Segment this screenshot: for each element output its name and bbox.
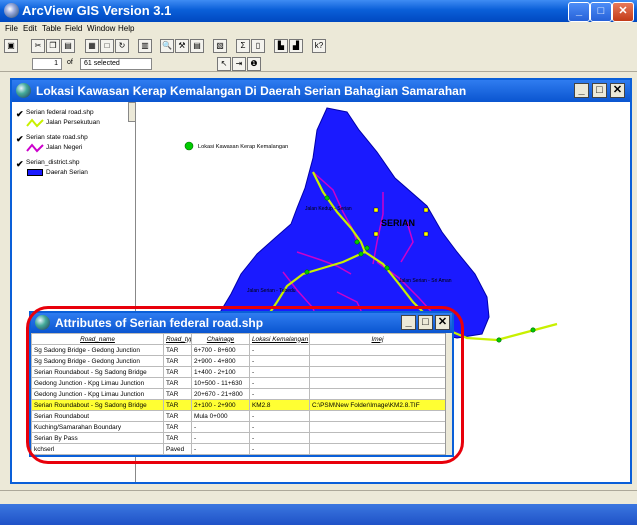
- theme-checkbox[interactable]: ✔: [16, 110, 24, 119]
- state-road-symbol: [26, 143, 44, 153]
- layout-icon[interactable]: ▟: [289, 39, 303, 53]
- highlight-oval: [26, 306, 464, 464]
- view-icon: [16, 83, 31, 98]
- tool-bar: 1 of 61 selected ↖ ⇥ ❶: [0, 56, 637, 72]
- pointer-tool-icon[interactable]: ↖: [217, 57, 231, 71]
- view-maximize-icon[interactable]: □: [592, 83, 607, 98]
- record-selected-field: 61 selected: [80, 58, 152, 70]
- app-title-bar: ArcView GIS Version 3.1 _ □ ✕: [0, 0, 637, 22]
- federal-road-symbol: [26, 118, 44, 128]
- find-icon[interactable]: 🔍: [160, 39, 174, 53]
- view-close-icon[interactable]: ✕: [610, 83, 625, 98]
- calculate-icon[interactable]: ▯: [251, 39, 265, 53]
- menu-bar: File Edit Table Field Window Help: [0, 22, 637, 36]
- summarize-icon[interactable]: Σ: [236, 39, 250, 53]
- close-icon[interactable]: ✕: [612, 2, 634, 22]
- column-tool-icon[interactable]: ⇥: [232, 57, 246, 71]
- stats-icon[interactable]: ▥: [138, 39, 152, 53]
- promote-icon[interactable]: ▤: [190, 39, 204, 53]
- district-symbol: [27, 169, 43, 176]
- menu-table[interactable]: Table: [42, 24, 61, 33]
- arcview-globe-icon: [4, 3, 19, 18]
- map-point-legend: Lokasi Kawasan Kerap Kemalangan: [198, 144, 288, 150]
- button-bar: ▣ ✂ ❐ ▤ ▦ □ ↻ ▥ 🔍 ⚒ ▤ ▧ Σ ▯ ▙ ▟ k?: [0, 36, 637, 56]
- menu-file[interactable]: File: [5, 24, 18, 33]
- menu-help[interactable]: Help: [118, 24, 134, 33]
- view-minimize-icon[interactable]: _: [574, 83, 589, 98]
- legend-label: Daerah Serian: [46, 169, 88, 176]
- theme-checkbox[interactable]: ✔: [16, 160, 24, 169]
- theme-name[interactable]: Serian federal road.shp: [26, 109, 94, 116]
- toc-scrollbar[interactable]: [128, 102, 136, 122]
- join-icon[interactable]: ▙: [274, 39, 288, 53]
- record-of-label: of: [67, 59, 73, 66]
- table-icon[interactable]: ▦: [85, 39, 99, 53]
- maximize-icon[interactable]: □: [590, 2, 612, 22]
- minimize-icon[interactable]: _: [568, 2, 590, 22]
- menu-field[interactable]: Field: [65, 24, 82, 33]
- chart-icon[interactable]: ▧: [213, 39, 227, 53]
- copy-icon[interactable]: ❐: [46, 39, 60, 53]
- theme-name[interactable]: Serian_district.shp: [26, 159, 79, 166]
- record-current-field[interactable]: 1: [32, 58, 62, 70]
- cut-icon[interactable]: ✂: [31, 39, 45, 53]
- paste-icon[interactable]: ▤: [61, 39, 75, 53]
- road-label: Jalan Kedup - Serian: [305, 206, 352, 212]
- legend-label: Jalan Negeri: [46, 144, 83, 151]
- road-label: Jalan Serian - Sri Aman: [399, 278, 452, 284]
- point-symbol: [184, 141, 194, 151]
- taskbar: [0, 504, 637, 525]
- menu-window[interactable]: Window: [87, 24, 115, 33]
- view-title: Lokasi Kawasan Kerap Kemalangan Di Daera…: [36, 84, 467, 98]
- refresh-icon[interactable]: ↻: [115, 39, 129, 53]
- legend-label: Jalan Persekutuan: [46, 119, 100, 126]
- help-icon[interactable]: k?: [312, 39, 326, 53]
- view-title-bar: Lokasi Kawasan Kerap Kemalangan Di Daera…: [12, 80, 630, 102]
- theme-checkbox[interactable]: ✔: [16, 135, 24, 144]
- identify-tool-icon[interactable]: ❶: [247, 57, 261, 71]
- select-none-icon[interactable]: □: [100, 39, 114, 53]
- save-icon[interactable]: ▣: [4, 39, 18, 53]
- status-bar: [0, 490, 637, 504]
- town-label: SERIAN: [381, 218, 415, 228]
- road-label: Jalan Serian - Tebedu: [247, 288, 296, 294]
- app-title: ArcView GIS Version 3.1: [22, 3, 172, 18]
- query-icon[interactable]: ⚒: [175, 39, 189, 53]
- menu-edit[interactable]: Edit: [23, 24, 37, 33]
- theme-name[interactable]: Serian state road.shp: [26, 134, 88, 141]
